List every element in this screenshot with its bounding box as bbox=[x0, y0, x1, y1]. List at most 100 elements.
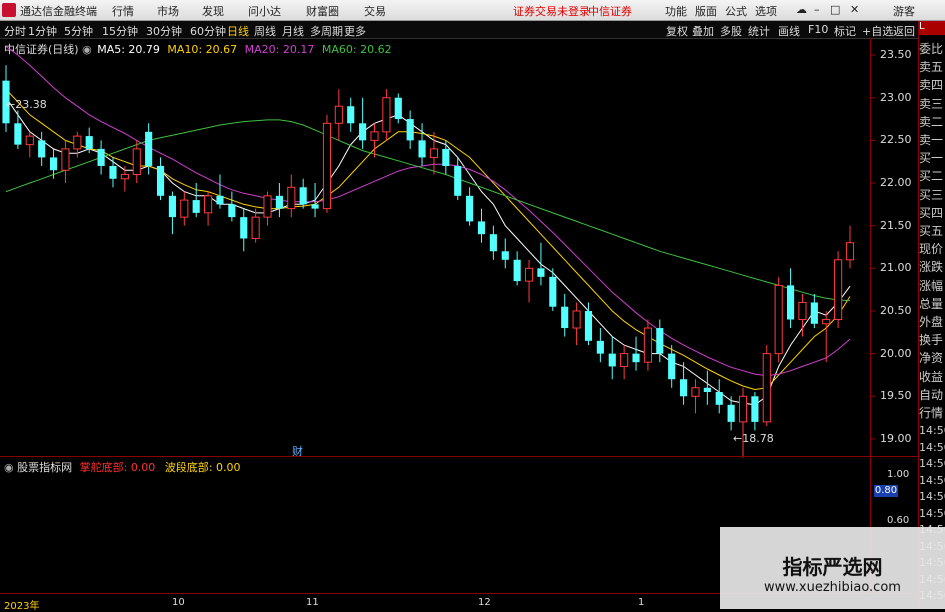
candlestick[interactable] bbox=[466, 187, 474, 226]
candlestick[interactable] bbox=[608, 336, 616, 380]
candlestick[interactable] bbox=[228, 191, 236, 222]
candlestick[interactable] bbox=[489, 225, 497, 260]
candlestick[interactable] bbox=[251, 208, 260, 243]
candlestick[interactable] bbox=[513, 251, 521, 286]
candlestick[interactable] bbox=[691, 379, 700, 414]
period-daily[interactable]: 日线 bbox=[227, 23, 249, 39]
candlestick[interactable] bbox=[834, 251, 843, 329]
candlestick[interactable] bbox=[501, 238, 509, 269]
candlestick[interactable] bbox=[643, 319, 652, 371]
period-15min[interactable]: 15分钟 bbox=[102, 23, 138, 39]
panel-collapse-tab[interactable]: L bbox=[919, 21, 945, 35]
period-weekly[interactable]: 周线 bbox=[254, 23, 276, 39]
menu-item-caifuquan[interactable]: 财富圈 bbox=[306, 3, 339, 19]
btn-duogu[interactable]: 多股 bbox=[720, 23, 742, 39]
candlestick[interactable] bbox=[311, 183, 319, 218]
candlestick[interactable] bbox=[822, 310, 831, 363]
candlestick[interactable] bbox=[620, 345, 629, 380]
period-fenshi[interactable]: 分时 bbox=[4, 23, 26, 39]
btn-biaoji[interactable]: 标记 bbox=[834, 23, 856, 39]
candlestick[interactable] bbox=[14, 110, 22, 149]
candlestick[interactable] bbox=[192, 183, 200, 218]
candlestick[interactable] bbox=[49, 148, 58, 179]
btn-f10[interactable]: F10 bbox=[808, 23, 828, 36]
candlestick[interactable] bbox=[394, 93, 402, 124]
menu-item-faxian[interactable]: 发现 bbox=[202, 3, 224, 19]
candlestick[interactable] bbox=[216, 174, 224, 209]
btn-tongji[interactable]: 统计 bbox=[748, 23, 770, 39]
period-5min[interactable]: 5分钟 bbox=[64, 23, 93, 39]
candlestick[interactable] bbox=[109, 157, 117, 188]
candlestick[interactable] bbox=[299, 178, 307, 209]
candlestick[interactable] bbox=[845, 225, 855, 269]
candlestick[interactable] bbox=[774, 276, 783, 363]
guest-label[interactable]: 游客 bbox=[893, 3, 915, 19]
candlestick[interactable] bbox=[738, 387, 748, 458]
btn-zixuan[interactable]: +自选 bbox=[862, 23, 893, 39]
kline-chart[interactable] bbox=[0, 38, 918, 458]
candlestick[interactable] bbox=[798, 293, 807, 337]
candlestick[interactable] bbox=[61, 140, 70, 184]
candlestick[interactable] bbox=[786, 268, 795, 329]
candlestick[interactable] bbox=[406, 110, 414, 149]
menu-item-shichang[interactable]: 市场 bbox=[157, 3, 179, 19]
menu-item-hangqing[interactable]: 行情 bbox=[112, 3, 134, 19]
period-more[interactable]: 更多 bbox=[344, 23, 366, 39]
btn-fuquan[interactable]: 复权 bbox=[666, 23, 688, 39]
candlestick[interactable] bbox=[132, 140, 141, 184]
menu-item-xuanxiang[interactable]: 选项 bbox=[755, 3, 777, 19]
quote-label: 卖三 bbox=[919, 96, 944, 111]
cloud-icon[interactable]: ☁ bbox=[796, 3, 807, 16]
broker-name[interactable]: 中信证券 bbox=[588, 3, 632, 19]
candlestick[interactable] bbox=[537, 242, 545, 286]
menu-item-jiaoyi[interactable]: 交易 bbox=[364, 3, 386, 19]
candlestick[interactable] bbox=[347, 97, 355, 132]
candlestick[interactable] bbox=[25, 131, 34, 158]
candlestick[interactable] bbox=[275, 183, 283, 218]
candlestick[interactable] bbox=[477, 208, 486, 243]
btn-huaxian[interactable]: 画线 bbox=[778, 23, 800, 39]
candlestick[interactable] bbox=[810, 293, 818, 329]
candlestick[interactable] bbox=[97, 140, 105, 175]
candlestick[interactable] bbox=[454, 157, 462, 201]
candlestick[interactable] bbox=[322, 114, 332, 213]
candlestick[interactable] bbox=[204, 191, 213, 226]
candlestick[interactable] bbox=[715, 379, 723, 414]
candlestick[interactable] bbox=[632, 336, 640, 371]
candlestick[interactable] bbox=[596, 328, 604, 363]
login-notice[interactable]: 证券交易未登录 bbox=[513, 3, 590, 19]
period-60min[interactable]: 60分钟 bbox=[190, 23, 226, 39]
period-1min[interactable]: 1分钟 bbox=[28, 23, 57, 39]
candlestick[interactable] bbox=[38, 131, 46, 166]
menu-item-wenxiaoda[interactable]: 问小达 bbox=[248, 3, 281, 19]
maximize-icon[interactable]: □ bbox=[830, 3, 840, 16]
candlestick[interactable] bbox=[668, 345, 676, 388]
candlestick[interactable] bbox=[156, 157, 165, 201]
candlestick[interactable] bbox=[382, 89, 391, 141]
minimize-icon[interactable]: – bbox=[814, 3, 820, 16]
candlestick[interactable] bbox=[263, 191, 272, 226]
menu-item-gongneng[interactable]: 功能 bbox=[665, 3, 687, 19]
candlestick[interactable] bbox=[703, 370, 711, 405]
candlestick[interactable] bbox=[762, 345, 771, 427]
candlestick[interactable] bbox=[287, 174, 296, 218]
candlestick[interactable] bbox=[359, 97, 367, 149]
menu-item-banmian[interactable]: 版面 bbox=[695, 3, 717, 19]
btn-fanhui[interactable]: 返回 bbox=[893, 23, 915, 39]
candlestick[interactable] bbox=[572, 302, 581, 346]
period-monthly[interactable]: 月线 bbox=[282, 23, 304, 39]
close-icon[interactable]: ✕ bbox=[850, 3, 859, 16]
btn-diejia[interactable]: 叠加 bbox=[692, 23, 714, 39]
candlestick[interactable] bbox=[240, 208, 248, 252]
period-30min[interactable]: 30分钟 bbox=[146, 23, 182, 39]
candlestick[interactable] bbox=[334, 89, 343, 141]
candlestick[interactable] bbox=[442, 140, 450, 175]
candlestick[interactable] bbox=[180, 191, 189, 226]
indicator-settings-icon[interactable]: ◉ bbox=[4, 461, 14, 474]
period-multi[interactable]: 多周期 bbox=[310, 23, 343, 39]
candlestick[interactable] bbox=[524, 259, 534, 303]
menu-item-gongshi[interactable]: 公式 bbox=[725, 3, 747, 19]
candlestick[interactable] bbox=[168, 191, 176, 235]
candlestick[interactable] bbox=[561, 293, 569, 337]
candlestick[interactable] bbox=[751, 392, 759, 431]
